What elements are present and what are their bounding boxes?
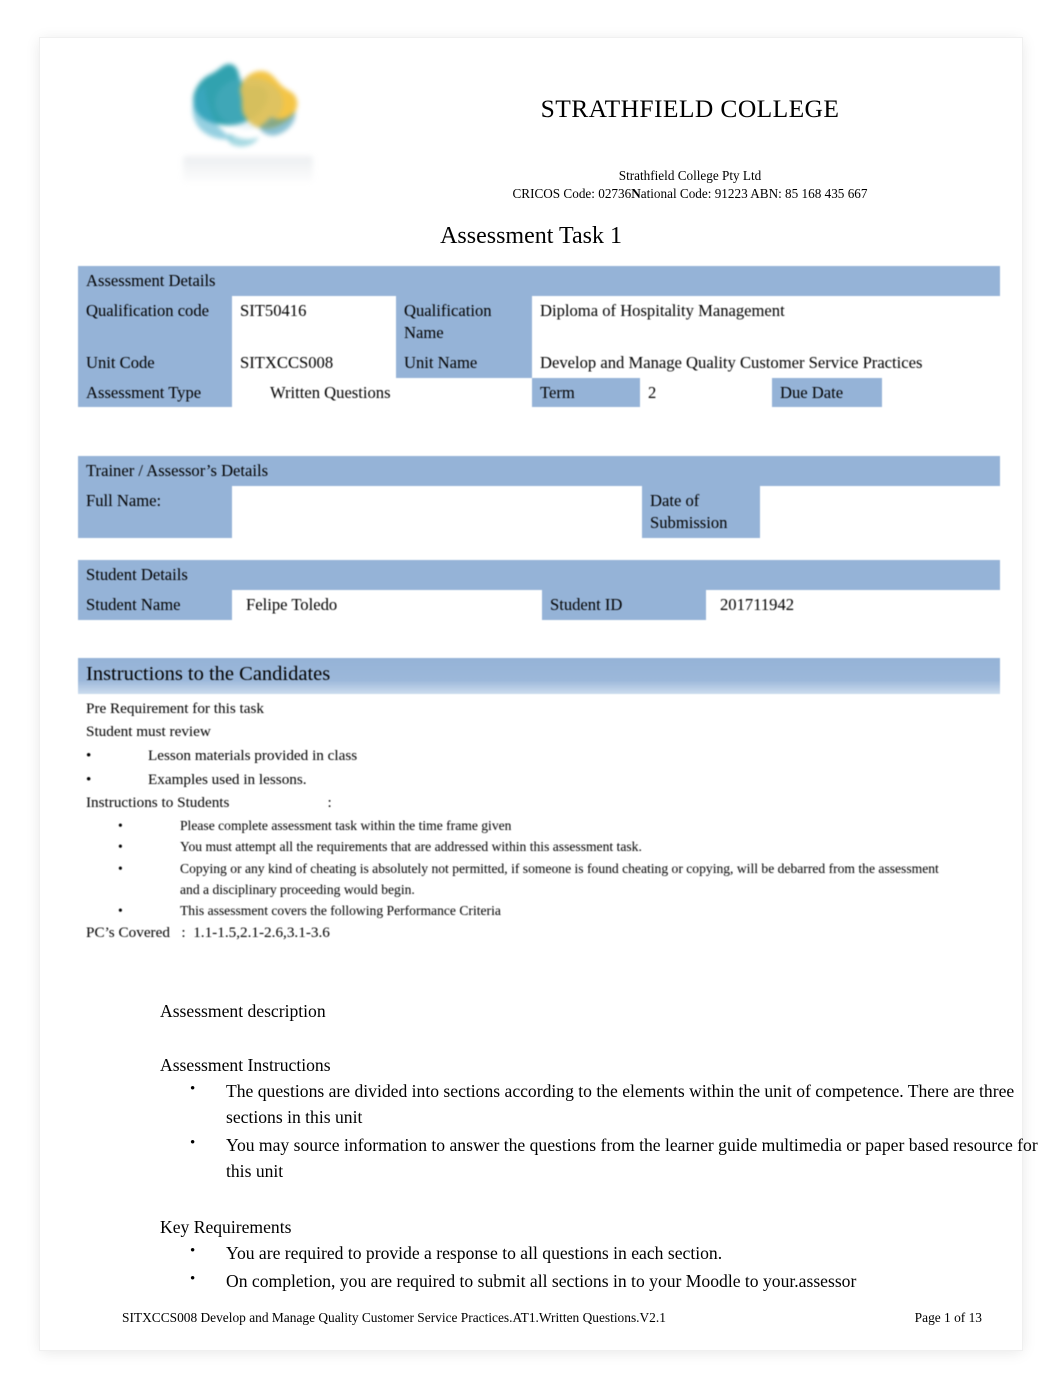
unit-code-value[interactable]: SITXCCS008 (232, 347, 396, 378)
review-item-text: Examples used in lessons. (148, 770, 307, 788)
student-details-band-label: Student Details (78, 560, 1001, 590)
document-footer: SITXCCS008 Develop and Manage Quality Cu… (122, 1310, 982, 1332)
student-instruction-item: • Please complete assessment task within … (86, 815, 992, 836)
table-band-row: Assessment Details (78, 266, 1001, 296)
document-header: STRATHFIELD COLLEGE Strathfield College … (40, 38, 1022, 201)
assessment-details-band-label: Assessment Details (78, 266, 1001, 296)
qualification-code-value[interactable]: SIT50416 (232, 295, 396, 348)
pc-covered-value: 1.1-1.5,2.1-2.6,3.1-3.6 (193, 924, 330, 942)
assessment-instructions-list: The questions are divided into sections … (160, 1078, 1050, 1184)
qualification-code-label: Qualification code (78, 295, 232, 348)
instructions-body: Pre Requirement for this task Student mu… (78, 693, 1000, 952)
document-page: STRATHFIELD COLLEGE Strathfield College … (40, 38, 1038, 1350)
due-date-value[interactable] (882, 377, 1001, 408)
trainer-assessor-details-table: Trainer / Assessor’s Details Full Name: … (78, 456, 1001, 538)
pc-covered-line: PC’s Covered : 1.1-1.5,2.1-2.6,3.1-3.6 (86, 921, 992, 945)
list-item: You may source information to answer the… (160, 1132, 1050, 1184)
instructions-to-candidates-box: Instructions to the Candidates Pre Requi… (78, 658, 1000, 952)
trainer-full-name-value[interactable] (232, 485, 642, 538)
table-row: Student Name Felipe Toledo Student ID 20… (78, 589, 1001, 620)
list-item: On completion, you are required to submi… (160, 1268, 1050, 1294)
trainer-full-name-label: Full Name: (78, 485, 232, 538)
review-item: • Examples used in lessons. (86, 768, 992, 792)
cricos-bold-letter: N (631, 186, 641, 201)
student-id-value[interactable]: 201711942 (706, 589, 1001, 620)
bullet-icon: • (118, 839, 123, 855)
cricos-code-prefix: CRICOS Code: 02736 (512, 186, 632, 201)
date-of-submission-value[interactable] (760, 485, 1001, 538)
student-id-label: Student ID (542, 589, 706, 620)
student-instruction-text: Please complete assessment task within t… (180, 818, 512, 834)
assessment-body-section: Assessment description Assessment Instru… (160, 998, 1050, 1296)
bullet-icon: • (118, 902, 123, 918)
pre-requirement-line: Pre Requirement for this task (86, 699, 264, 717)
bullet-icon: • (86, 770, 92, 788)
trainer-details-band-label: Trainer / Assessor’s Details (78, 456, 1001, 486)
table-row: Qualification code SIT50416 Qualificatio… (78, 295, 1001, 348)
table-row: Assessment Type Written Questions Term 2… (78, 377, 1001, 408)
student-name-label: Student Name (78, 589, 232, 620)
term-label: Term (532, 377, 640, 408)
list-item: You are required to provide a response t… (160, 1240, 1050, 1266)
student-name-value[interactable]: Felipe Toledo (232, 589, 542, 620)
bullet-icon: • (86, 747, 92, 765)
instructions-to-students-label: Instructions to Students (86, 794, 230, 812)
due-date-label: Due Date (772, 377, 882, 408)
bullet-icon: • (118, 818, 123, 834)
student-instruction-text: You must attempt all the requirements th… (180, 839, 642, 855)
table-band-row: Trainer / Assessor’s Details (78, 456, 1001, 486)
table-band-row: Student Details (78, 560, 1001, 590)
footer-document-reference: SITXCCS008 Develop and Manage Quality Cu… (122, 1310, 666, 1325)
instructions-band-label: Instructions to the Candidates (78, 658, 1000, 694)
assessment-type-label: Assessment Type (78, 377, 232, 408)
pc-covered-colon: : (181, 924, 186, 942)
table-row: Unit Code SITXCCS008 Unit Name Develop a… (78, 347, 1001, 378)
date-of-submission-label: Date of Submission (642, 485, 760, 538)
footer-page-number: Page 1 of 13 (914, 1310, 982, 1325)
student-instruction-item: • You must attempt all the requirements t… (86, 836, 992, 857)
qualification-name-value[interactable]: Diploma of Hospitality Management (532, 295, 1001, 348)
college-legal-name: Strathfield College Pty Ltd (618, 168, 762, 183)
page-title: Assessment Task 1 (440, 223, 622, 249)
student-instruction-text: This assessment covers the following Per… (180, 902, 501, 918)
student-instruction-text: Copying or any kind of cheating is absol… (180, 860, 939, 897)
college-registration-codes: CRICOS Code: 02736National Code: 91223 A… (340, 186, 1040, 202)
key-requirements-list: You are required to provide a response t… (160, 1240, 1050, 1294)
unit-code-label: Unit Code (78, 347, 232, 378)
college-name: STRATHFIELD COLLEGE (540, 94, 840, 123)
list-item: The questions are divided into sections … (160, 1078, 1050, 1130)
student-instruction-item: • This assessment covers the following Pe… (86, 900, 992, 921)
term-value[interactable]: 2 (640, 377, 772, 408)
logo-caption-blurred (183, 156, 313, 182)
student-details-table: Student Details Student Name Felipe Tole… (78, 560, 1001, 620)
national-code-abn: ational Code: 91223 ABN: 85 168 435 667 (640, 186, 868, 201)
review-item-text: Lesson materials provided in class (148, 747, 358, 765)
instructions-to-students-line: Instructions to Students: (86, 791, 992, 815)
pc-covered-label: PC’s Covered (86, 924, 170, 942)
assessment-details-table: Assessment Details Qualification code SI… (78, 266, 1001, 408)
assessment-type-value[interactable]: Written Questions (232, 377, 532, 408)
review-item: • Lesson materials provided in class (86, 744, 992, 768)
student-instruction-item: • Copying or any kind of cheating is abso… (86, 858, 992, 900)
student-must-review-line: Student must review (86, 723, 211, 741)
unit-name-label: Unit Name (396, 347, 532, 378)
table-row: Full Name: Date of Submission (78, 485, 1001, 538)
assessment-instructions-heading: Assessment Instructions (160, 1055, 331, 1076)
key-requirements-heading: Key Requirements (160, 1217, 292, 1238)
bullet-icon: • (118, 860, 123, 876)
assessment-description-heading: Assessment description (160, 1001, 326, 1021)
qualification-name-label: Qualification Name (396, 295, 532, 348)
unit-name-value[interactable]: Develop and Manage Quality Customer Serv… (532, 347, 1001, 378)
instructions-to-students-colon: : (327, 794, 332, 812)
